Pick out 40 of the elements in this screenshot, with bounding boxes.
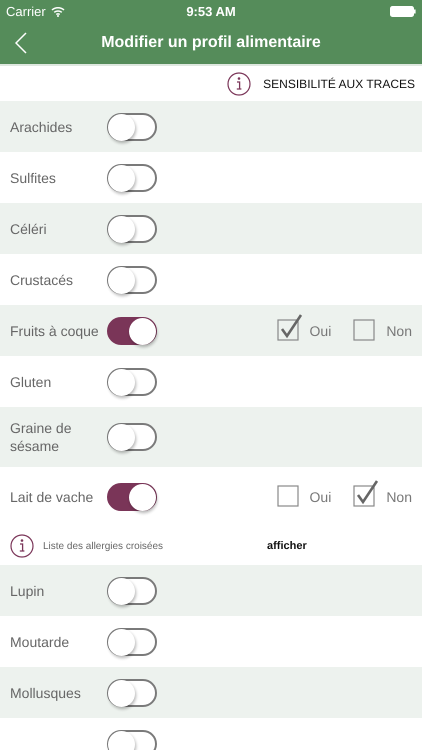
info-icon[interactable] bbox=[227, 72, 252, 96]
back-icon[interactable] bbox=[15, 32, 27, 54]
toggle-switch[interactable] bbox=[107, 423, 157, 451]
show-link[interactable]: afficher bbox=[267, 540, 307, 552]
allergen-label: Arachides bbox=[10, 118, 74, 136]
checkbox-label: Oui bbox=[310, 322, 332, 338]
screen-title: Modifier un profil alimentaire bbox=[101, 34, 321, 52]
toggle-switch[interactable] bbox=[107, 112, 157, 140]
toggle-switch[interactable] bbox=[107, 316, 157, 344]
toggle-switch[interactable] bbox=[107, 576, 157, 604]
allergen-label: Lupin bbox=[10, 582, 46, 600]
allergen-label: Gluten bbox=[10, 372, 52, 390]
info-icon[interactable] bbox=[10, 534, 34, 558]
allergen-label: Mollusques bbox=[10, 684, 82, 702]
checkbox-label: Non bbox=[386, 322, 412, 338]
allergen-label: Crustacés bbox=[10, 270, 74, 288]
toggle-switch[interactable] bbox=[107, 483, 157, 511]
carrier-label: Carrier bbox=[6, 4, 46, 18]
status-time: 9:53 AM bbox=[186, 4, 236, 18]
checkbox-label: Oui bbox=[310, 489, 332, 505]
battery-icon bbox=[390, 6, 416, 16]
toggle-switch[interactable] bbox=[107, 214, 157, 242]
traces-heading: SENSIBILITÉ AUX TRACES bbox=[263, 76, 415, 90]
toggle-switch[interactable] bbox=[107, 368, 157, 396]
toggle-switch[interactable] bbox=[107, 628, 157, 656]
toggle-switch[interactable] bbox=[107, 266, 157, 294]
checked-checkbox[interactable] bbox=[276, 314, 303, 342]
allergen-label: Sulfites bbox=[10, 168, 57, 186]
allergen-label: Moutarde bbox=[10, 632, 70, 650]
allergen-label: Lait de vache bbox=[10, 488, 94, 506]
allergen-label: Céléri bbox=[10, 220, 48, 238]
toggle-switch[interactable] bbox=[107, 164, 157, 192]
checked-checkbox[interactable] bbox=[353, 480, 380, 508]
cross-allergy-label: Liste des allergies croisées bbox=[43, 540, 164, 552]
allergen-label: Fruits à coque bbox=[10, 322, 100, 340]
allergen-label: Graine de sésame bbox=[10, 419, 72, 455]
wifi-icon bbox=[50, 6, 65, 16]
toggle-switch[interactable] bbox=[107, 730, 157, 750]
checkbox-label: Non bbox=[386, 489, 412, 505]
toggle-switch[interactable] bbox=[107, 678, 157, 706]
